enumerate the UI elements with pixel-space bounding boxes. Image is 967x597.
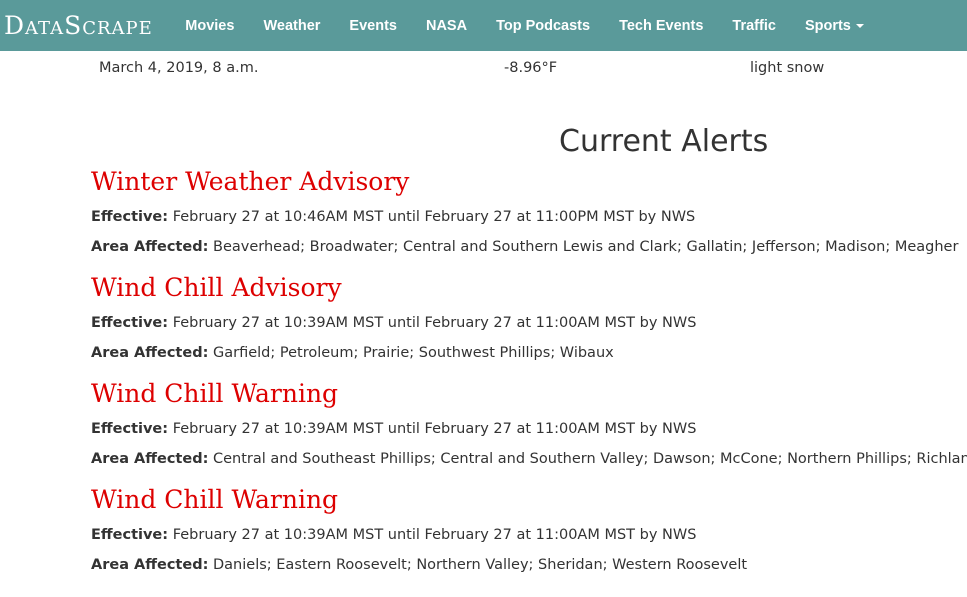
effective-label: Effective: bbox=[91, 315, 169, 331]
area-value: Central and Southeast Phillips; Central … bbox=[213, 451, 967, 467]
alert-area: Area Affected: Garfield; Petroleum; Prai… bbox=[91, 344, 967, 362]
area-label: Area Affected: bbox=[91, 345, 209, 361]
weather-condition: light snow bbox=[750, 60, 825, 76]
alerts-heading: Current Alerts bbox=[559, 124, 769, 159]
effective-label: Effective: bbox=[91, 527, 169, 543]
caret-down-icon bbox=[855, 23, 864, 28]
nav-sports-dropdown[interactable]: Sports bbox=[805, 18, 864, 34]
area-label: Area Affected: bbox=[91, 451, 209, 467]
nav-sports-label: Sports bbox=[804, 17, 851, 34]
effective-value: February 27 at 10:39AM MST until Februar… bbox=[172, 421, 697, 437]
area-label: Area Affected: bbox=[91, 557, 209, 573]
alert-item: Winter Weather Advisory Effective: Febru… bbox=[91, 162, 967, 256]
alert-title: Wind Chill Advisory bbox=[91, 273, 342, 302]
alert-title: Wind Chill Warning bbox=[91, 379, 339, 408]
alert-area: Area Affected: Beaverhead; Broadwater; C… bbox=[91, 238, 967, 256]
nav-nasa[interactable]: NASA bbox=[426, 18, 467, 34]
nav-weather[interactable]: Weather bbox=[263, 18, 320, 34]
area-value: Garfield; Petroleum; Prairie; Southwest … bbox=[213, 345, 614, 361]
alert-area: Area Affected: Central and Southeast Phi… bbox=[91, 450, 967, 468]
area-label: Area Affected: bbox=[91, 239, 209, 255]
alert-area: Area Affected: Daniels; Eastern Roosevel… bbox=[91, 556, 967, 574]
nav-movies[interactable]: Movies bbox=[185, 18, 234, 34]
effective-value: February 27 at 10:46AM MST until Februar… bbox=[172, 209, 696, 225]
area-value: Beaverhead; Broadwater; Central and Sout… bbox=[213, 239, 959, 255]
alert-effective: Effective: February 27 at 10:46AM MST un… bbox=[91, 208, 967, 226]
alert-effective: Effective: February 27 at 10:39AM MST un… bbox=[91, 420, 967, 438]
alert-effective: Effective: February 27 at 10:39AM MST un… bbox=[91, 314, 967, 332]
effective-value: February 27 at 10:39AM MST until Februar… bbox=[172, 315, 697, 331]
alerts-list: Winter Weather Advisory Effective: Febru… bbox=[91, 162, 967, 574]
alert-item: Wind Chill Warning Effective: February 2… bbox=[91, 374, 967, 468]
nav-traffic[interactable]: Traffic bbox=[732, 18, 776, 34]
weather-temperature: -8.96°F bbox=[504, 60, 558, 76]
alert-title: Wind Chill Warning bbox=[91, 485, 339, 514]
nav-tech-events[interactable]: Tech Events bbox=[619, 18, 703, 34]
area-value: Daniels; Eastern Roosevelt; Northern Val… bbox=[213, 557, 748, 573]
alert-item: Wind Chill Advisory Effective: February … bbox=[91, 268, 967, 362]
effective-label: Effective: bbox=[91, 421, 169, 437]
brand-logo[interactable]: DataScrape bbox=[4, 11, 153, 40]
weather-date: March 4, 2019, 8 a.m. bbox=[99, 60, 259, 76]
effective-label: Effective: bbox=[91, 209, 169, 225]
nav-top-podcasts[interactable]: Top Podcasts bbox=[496, 18, 590, 34]
nav-events[interactable]: Events bbox=[349, 18, 397, 34]
alert-item: Wind Chill Warning Effective: February 2… bbox=[91, 480, 967, 574]
effective-value: February 27 at 10:39AM MST until Februar… bbox=[172, 527, 697, 543]
alert-title: Winter Weather Advisory bbox=[91, 167, 410, 196]
alert-effective: Effective: February 27 at 10:39AM MST un… bbox=[91, 526, 967, 544]
weather-row: March 4, 2019, 8 a.m. -8.96°F light snow bbox=[0, 51, 967, 87]
top-navbar: DataScrape Movies Weather Events NASA To… bbox=[0, 0, 967, 51]
